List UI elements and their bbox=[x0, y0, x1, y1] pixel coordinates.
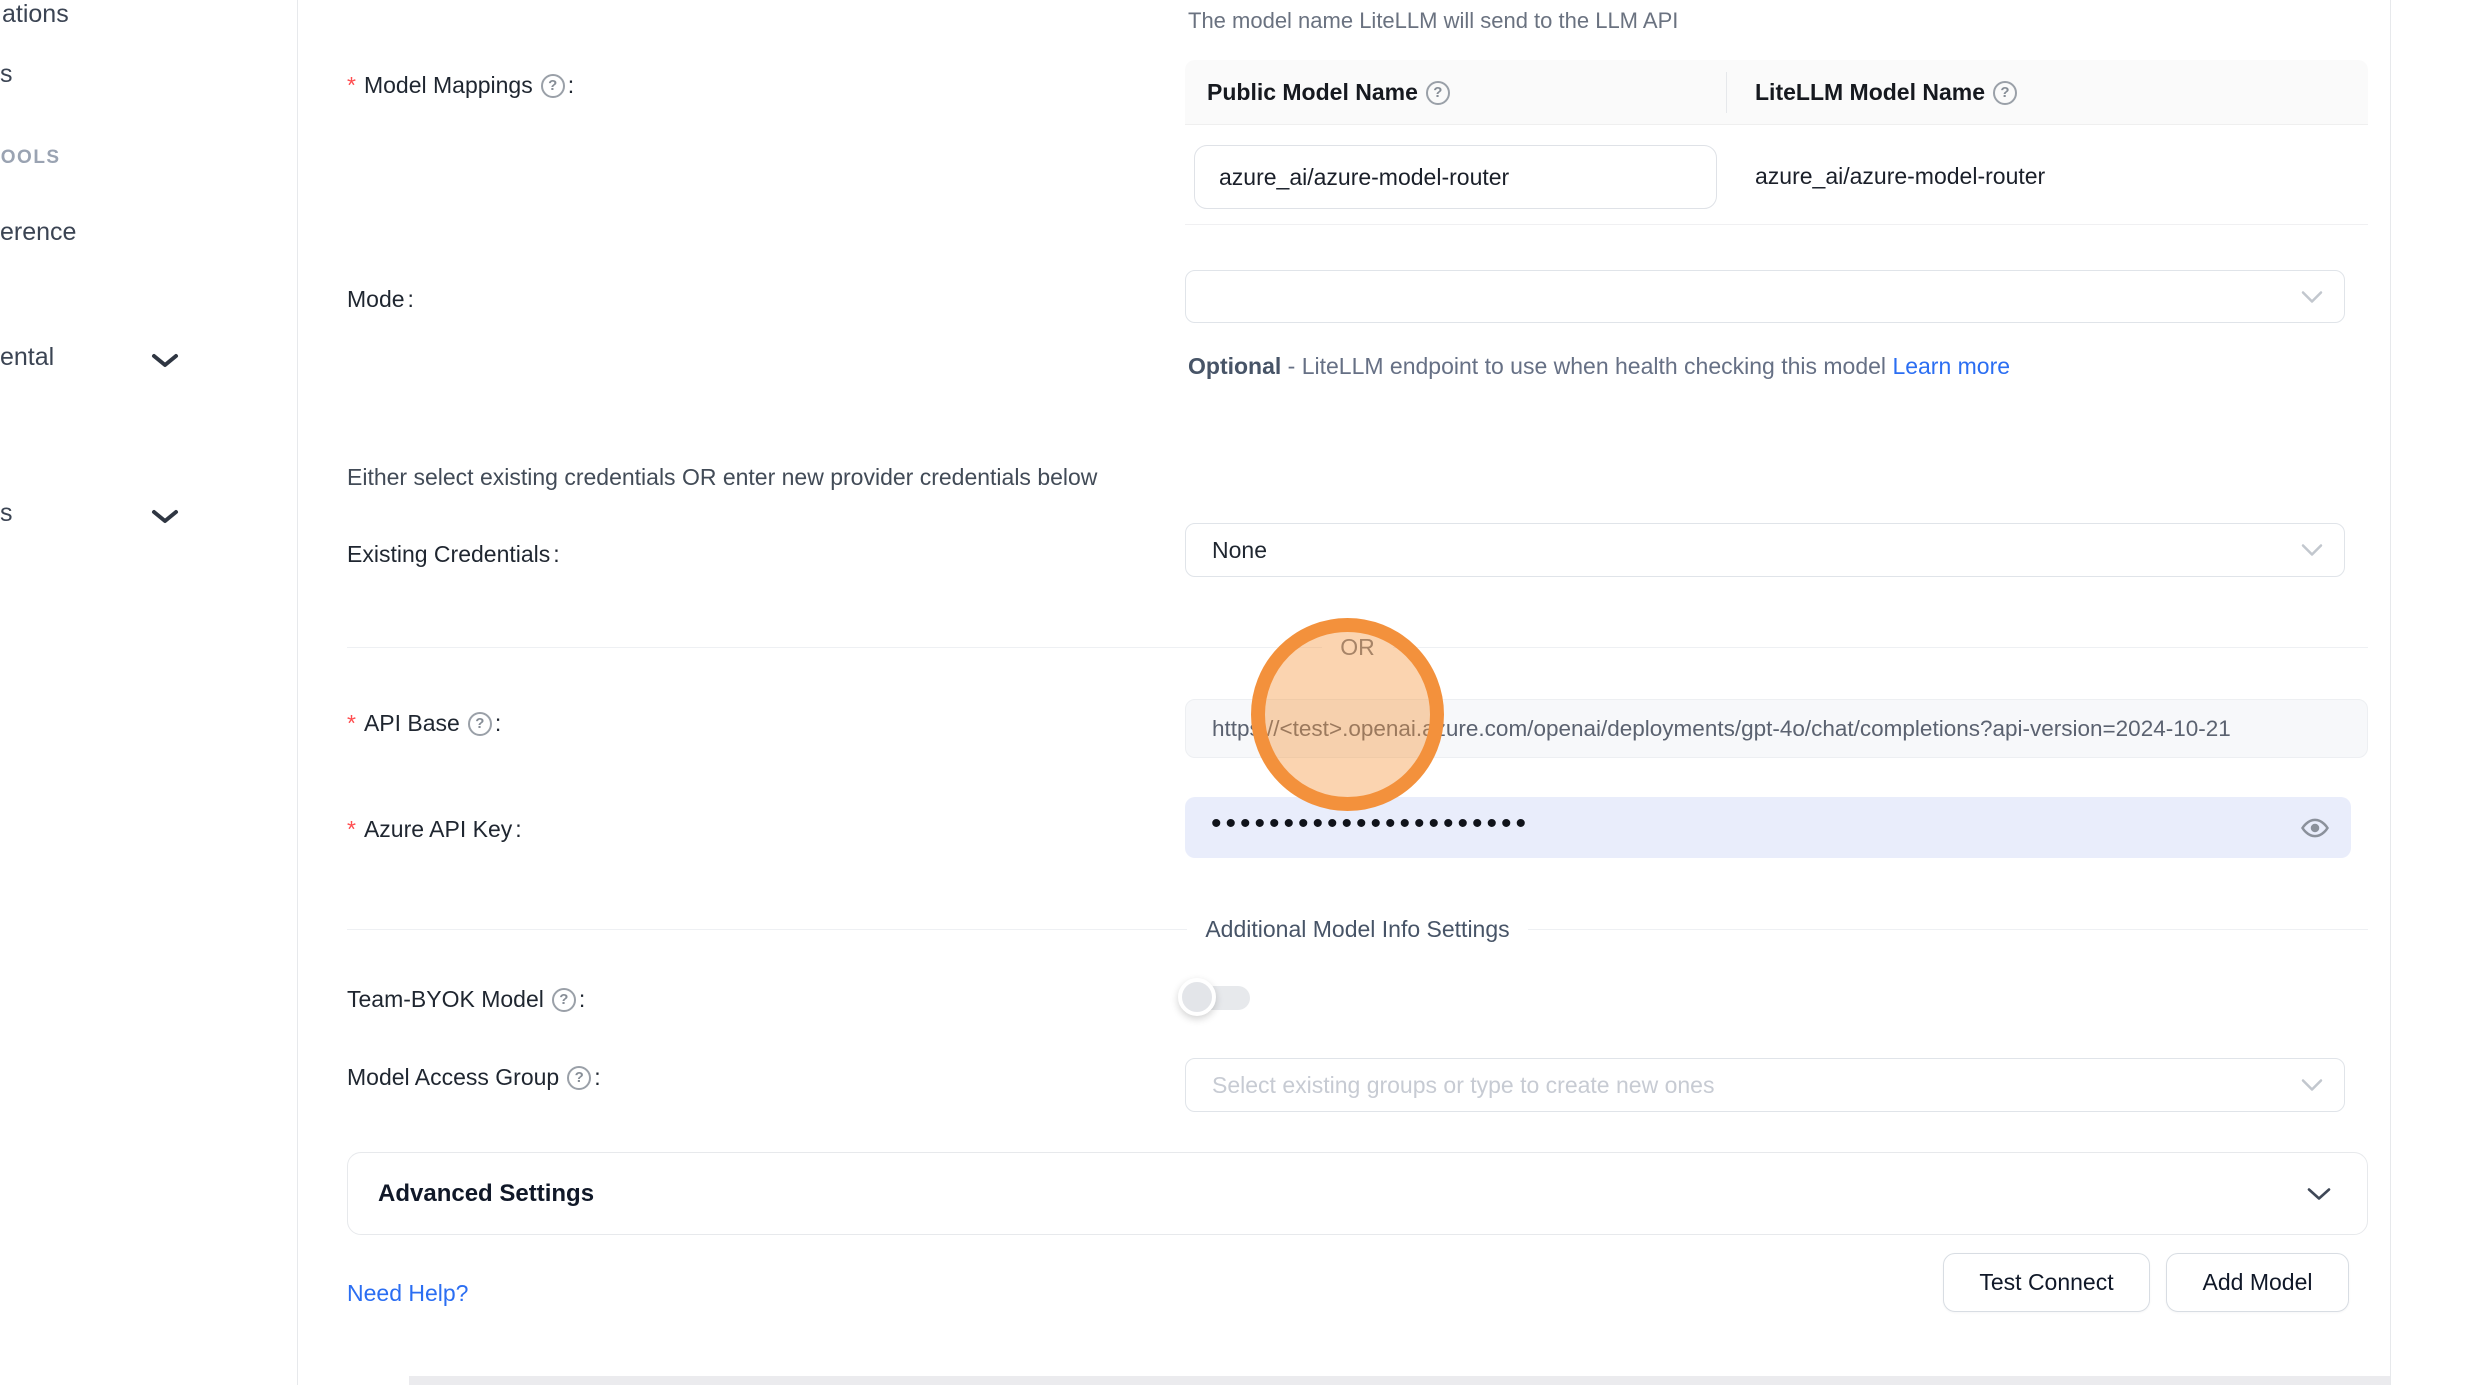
column-divider bbox=[1726, 72, 1727, 113]
card-right-border bbox=[2390, 0, 2391, 1385]
litellm-model-name-help: The model name LiteLLM will send to the … bbox=[1188, 8, 1678, 34]
test-connect-button[interactable]: Test Connect bbox=[1943, 1253, 2150, 1312]
chevron-down-icon[interactable] bbox=[150, 352, 180, 370]
sidebar: ations s TOOLS erence ental s bbox=[0, 0, 298, 1385]
add-model-page: ations s TOOLS erence ental s The model … bbox=[0, 0, 2477, 1385]
litellm-model-name-value: azure_ai/azure-model-router bbox=[1755, 163, 2045, 190]
sidebar-section-tools: TOOLS bbox=[0, 147, 61, 169]
model-mappings-label: * Model Mappings ? : bbox=[347, 72, 574, 99]
advanced-settings-title: Advanced Settings bbox=[378, 1180, 594, 1208]
chevron-down-icon bbox=[2300, 289, 2324, 304]
model-access-group-select[interactable]: Select existing groups or type to create… bbox=[1185, 1058, 2345, 1112]
azure-api-key-label: * Azure API Key : bbox=[347, 816, 522, 843]
litellm-model-name-header: LiteLLM Model Name ? bbox=[1755, 60, 2017, 125]
chevron-down-icon bbox=[2300, 543, 2324, 558]
help-icon[interactable]: ? bbox=[1426, 81, 1450, 105]
api-base-label: * API Base ? : bbox=[347, 710, 501, 737]
model-access-group-placeholder: Select existing groups or type to create… bbox=[1212, 1072, 1714, 1099]
help-icon[interactable]: ? bbox=[468, 712, 492, 736]
chevron-down-icon bbox=[2300, 1078, 2324, 1093]
credentials-note: Either select existing credentials OR en… bbox=[347, 464, 1097, 491]
sidebar-item-1[interactable]: s bbox=[0, 60, 13, 89]
mode-select[interactable] bbox=[1185, 270, 2345, 323]
api-base-input[interactable]: https://<test>.openai.azure.com/openai/d… bbox=[1185, 699, 2368, 758]
required-asterisk: * bbox=[347, 72, 356, 99]
card-bottom-edge bbox=[409, 1376, 2390, 1385]
team-byok-label: Team-BYOK Model ? : bbox=[347, 986, 585, 1013]
azure-api-key-input[interactable]: •••••••••••••••••••••• bbox=[1185, 797, 2351, 858]
model-mapping-row: azure_ai/azure-model-router azure_ai/azu… bbox=[1185, 125, 2368, 225]
learn-more-link[interactable]: Learn more bbox=[1892, 353, 2010, 379]
public-model-name-header: Public Model Name ? bbox=[1207, 60, 1450, 125]
sidebar-item-experimental[interactable]: ental bbox=[0, 343, 54, 372]
chevron-down-icon[interactable] bbox=[150, 508, 180, 526]
help-icon[interactable]: ? bbox=[552, 988, 576, 1012]
existing-credentials-select[interactable]: None bbox=[1185, 523, 2345, 577]
help-icon[interactable]: ? bbox=[1993, 81, 2017, 105]
add-model-button[interactable]: Add Model bbox=[2166, 1253, 2349, 1312]
masked-api-key: •••••••••••••••••••••• bbox=[1211, 809, 1530, 839]
required-asterisk: * bbox=[347, 816, 356, 843]
mode-help-text: Optional - LiteLLM endpoint to use when … bbox=[1188, 346, 2020, 386]
need-help-link[interactable]: Need Help? bbox=[347, 1280, 468, 1307]
help-icon[interactable]: ? bbox=[541, 74, 565, 98]
public-model-name-input[interactable]: azure_ai/azure-model-router bbox=[1194, 145, 1717, 209]
eye-icon[interactable] bbox=[2299, 812, 2331, 844]
advanced-settings-panel[interactable]: Advanced Settings bbox=[347, 1152, 2368, 1235]
help-icon[interactable]: ? bbox=[567, 1066, 591, 1090]
mode-label: Mode : bbox=[347, 286, 414, 313]
existing-credentials-label: Existing Credentials : bbox=[347, 541, 560, 568]
additional-settings-divider: Additional Model Info Settings bbox=[347, 916, 2368, 942]
required-asterisk: * bbox=[347, 710, 356, 737]
sidebar-item-settings[interactable]: s bbox=[0, 499, 13, 528]
or-divider: OR bbox=[347, 634, 2368, 660]
model-access-group-label: Model Access Group ? : bbox=[347, 1064, 601, 1091]
sidebar-item-organizations[interactable]: ations bbox=[2, 0, 69, 29]
chevron-down-icon bbox=[2305, 1185, 2333, 1202]
model-mappings-table-header: Public Model Name ? LiteLLM Model Name ? bbox=[1185, 60, 2368, 125]
sidebar-item-inference[interactable]: erence bbox=[0, 218, 76, 247]
team-byok-toggle-knob[interactable] bbox=[1178, 978, 1216, 1016]
